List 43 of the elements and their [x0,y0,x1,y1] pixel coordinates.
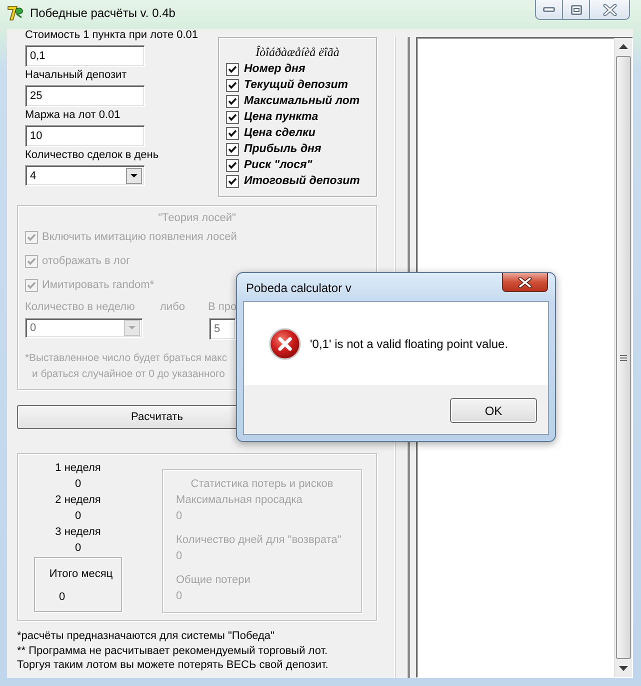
field-label: Начальный депозит [25,69,128,82]
note-text: *Выставленное число будет браться макс [25,352,228,366]
checkbox-label: Максимальный лот [244,95,360,107]
checkbox-label: Текущий депозит [244,79,348,91]
checkbox-label: Прибыль дня [244,143,322,155]
week-value: 0 [74,509,82,524]
checkbox-label: Имитировать random* [42,279,154,291]
week-label: 1 неделя [54,461,102,476]
month-total-value: 0 [58,590,66,604]
checkbox-label: Цена пункта [244,111,318,123]
month-total-label: Итого месяц [48,567,114,581]
stat-label: Количество дней для "возврата" [176,533,342,548]
week-value: 0 [74,477,82,492]
field-label: В про [208,300,236,314]
group-title: "Теория лосей" [157,211,237,225]
checkbox-label: Цена сделки [244,127,316,139]
footnote: *расчёты предназначаются для системы "Победа" [17,629,276,643]
week-label: 3 неделя [54,525,102,540]
checkbox-label: Риск "лося" [244,159,312,171]
field-label: Маржа на лот 0.01 [25,109,122,122]
checkbox-label: Включить имитацию появления лосей [42,231,237,243]
dialog-title: Pobeda calculator v [246,281,352,295]
stat-value: 0 [176,549,184,564]
footnote: ** Программа не расчитывает рекомендуемый торговый лот. [17,644,329,658]
or-label: либо [160,300,186,314]
stat-value: 0 [176,509,184,524]
checkbox-label: Номер дня [244,63,306,75]
field-label: Стоимость 1 пункта при лоте 0.01 [25,29,200,42]
week-label: 2 неделя [54,493,102,508]
note-text: и браться случайное от 0 до указанного [32,368,225,382]
field-label: Количество сделок в день [25,149,160,162]
week-value: 0 [74,541,82,556]
checkbox-label: Итоговый депозит [244,175,360,187]
stat-value: 0 [176,589,184,604]
checkbox-label: отображать в лог [42,255,130,267]
window-title: Победные расчёты v. 0.4b [30,5,176,21]
stats-title: Статистика потерь и рисков [190,477,334,491]
footnote: Торгуя таким лотом вы можете потерять ВЕСЬ свой депозит. [17,658,330,672]
group-title: Îòîáðàæåíèå ëîãà [254,45,340,59]
stat-label: Максимальная просадка [176,493,304,508]
error-message: '0,1' is not a valid floating point value. [310,336,508,350]
field-label: Количество в неделю [25,300,136,314]
stat-label: Общие потери [176,573,252,588]
